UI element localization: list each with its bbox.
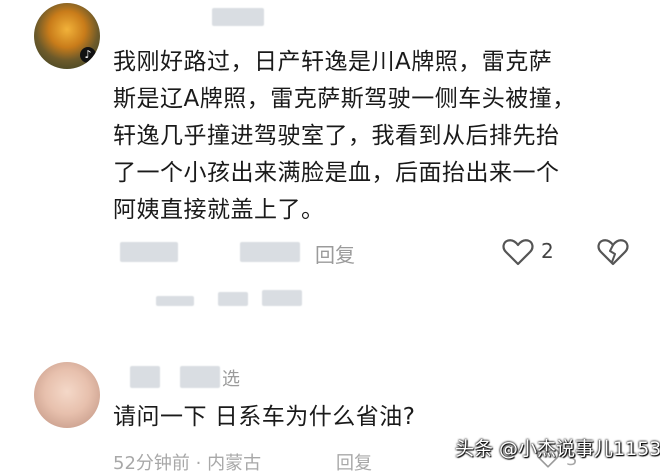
reply-button[interactable]: 回复: [315, 239, 355, 268]
redacted-username: [212, 8, 264, 26]
redacted-username: [180, 366, 220, 388]
author-pick-tag: 选: [222, 369, 240, 390]
redacted-location: [240, 242, 300, 262]
comment-text: 请问一下 日系车为什么省油?: [113, 404, 416, 430]
comment-text: 我刚好路过，日产轩逸是川A牌照，雷克萨 斯是辽A牌照，雷克萨斯驾驶一侧车头被撞，…: [113, 44, 643, 229]
redacted-reply-link: [156, 296, 194, 306]
like-count: 2: [541, 239, 554, 263]
redacted-reply-link: [262, 290, 302, 306]
reply-button[interactable]: 回复: [336, 449, 372, 475]
tiktok-badge-icon: ♪: [80, 47, 96, 63]
comment-line: 我刚好路过，日产轩逸是川A牌照，雷克萨: [113, 49, 553, 75]
watermark: 头条 @小杰说事儿1153赞: [455, 438, 660, 460]
broken-heart-icon[interactable]: [597, 237, 629, 267]
comment-line: 轩逸几乎撞进驾驶室了，我看到从后排先抬: [113, 123, 560, 149]
comment-line: 了一个小孩出来满脸是血，后面抬出来一个: [113, 160, 560, 186]
redacted-username: [130, 366, 160, 388]
comment-line: 阿姨直接就盖上了。: [113, 197, 325, 223]
heart-outline-icon[interactable]: [502, 237, 534, 267]
comment-line: 斯是辽A牌照，雷克萨斯驾驶一侧车头被撞，: [113, 86, 576, 112]
redacted-time: [120, 242, 178, 262]
comment-meta: 52分钟前 · 内蒙古: [113, 453, 262, 474]
user-avatar[interactable]: [34, 362, 100, 428]
user-avatar[interactable]: ♪: [34, 3, 100, 69]
redacted-reply-link: [218, 292, 248, 306]
